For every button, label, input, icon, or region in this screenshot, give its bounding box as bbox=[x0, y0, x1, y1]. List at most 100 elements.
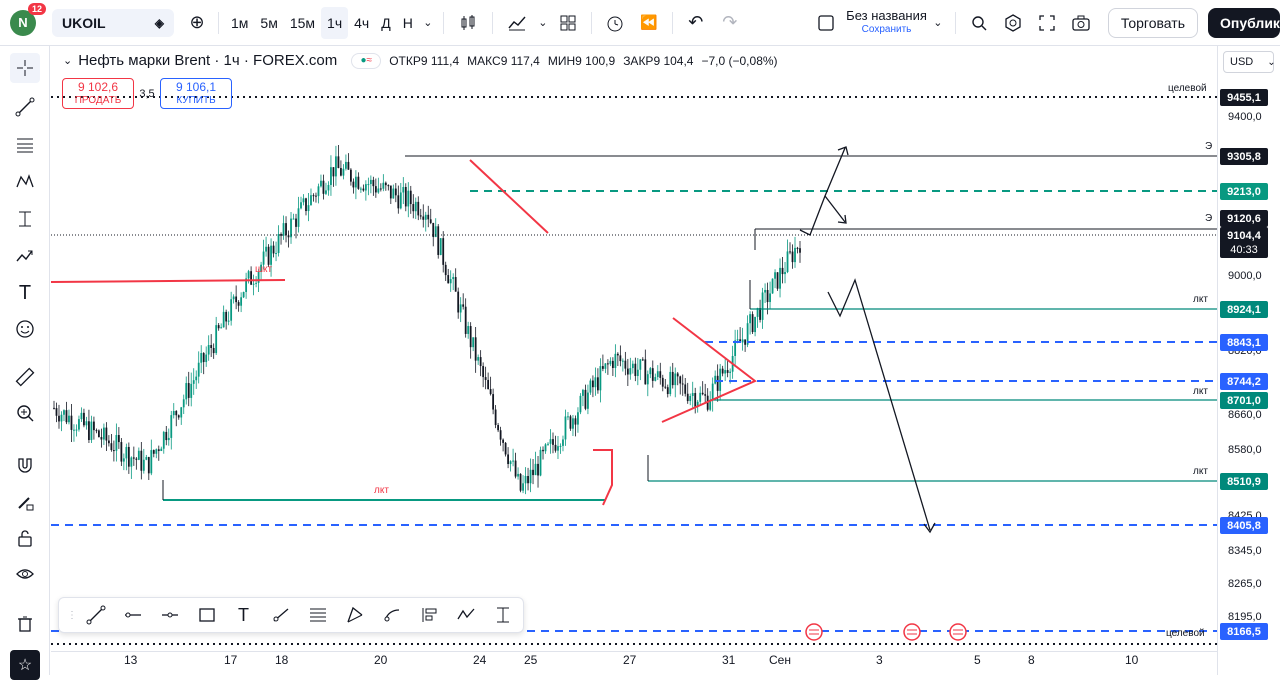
price-label-8701: 8701,0 bbox=[1220, 392, 1268, 409]
lock-pencil-icon[interactable] bbox=[10, 487, 40, 517]
trendline-icon[interactable] bbox=[77, 600, 114, 630]
publish-button[interactable]: Опублико bbox=[1208, 7, 1280, 38]
currency-select[interactable]: USD ⌄ bbox=[1223, 51, 1276, 73]
buy-button[interactable]: 9 106,1 КУПИТЬ bbox=[160, 78, 232, 109]
save-link[interactable]: Сохранить bbox=[862, 23, 912, 37]
eye-icon[interactable] bbox=[10, 559, 40, 589]
indicators-dropdown-icon[interactable]: ⌄ bbox=[535, 7, 551, 39]
replay-icon[interactable]: ⏪ bbox=[632, 7, 666, 39]
candle-body bbox=[457, 291, 460, 313]
candle-body bbox=[764, 289, 766, 293]
timeframe-dropdown-icon[interactable]: ⌄ bbox=[419, 7, 437, 39]
time-label: 10 bbox=[1125, 653, 1139, 667]
projection-icon[interactable] bbox=[10, 204, 40, 234]
price-label-8510: 8510,9 bbox=[1220, 473, 1268, 490]
symbol-search[interactable]: UKOIL ◈ bbox=[52, 8, 174, 37]
horizontal-line-icon[interactable] bbox=[151, 600, 188, 630]
candle-body bbox=[532, 469, 534, 476]
legend-high: 9 117,4 bbox=[500, 53, 540, 68]
candle-body bbox=[195, 376, 198, 381]
candle-body bbox=[504, 442, 507, 455]
candle-body bbox=[694, 393, 697, 407]
timeframe-week[interactable]: Н bbox=[397, 7, 419, 39]
fib-retracement-icon[interactable] bbox=[299, 600, 336, 630]
ray-icon[interactable] bbox=[262, 600, 299, 630]
magnet-icon[interactable] bbox=[10, 450, 40, 480]
candle-body bbox=[232, 296, 235, 300]
rectangle-icon[interactable] bbox=[188, 600, 225, 630]
lock-icon[interactable] bbox=[10, 523, 40, 553]
candle-body bbox=[759, 308, 761, 320]
undo-icon[interactable]: ↶ bbox=[679, 7, 713, 39]
candle-body bbox=[110, 443, 113, 451]
candle-body bbox=[280, 234, 282, 236]
candle-body bbox=[147, 457, 150, 474]
candle-body bbox=[437, 226, 440, 255]
trade-button[interactable]: Торговать bbox=[1107, 7, 1198, 38]
text-icon[interactable]: T bbox=[10, 278, 40, 308]
projection-mid-path bbox=[824, 195, 846, 223]
trash-icon[interactable] bbox=[10, 609, 40, 639]
candle-body bbox=[347, 161, 350, 170]
fib-icon[interactable] bbox=[10, 130, 40, 160]
timeframe-1m[interactable]: 1м bbox=[225, 7, 254, 39]
buy-price: 9 106,1 bbox=[175, 80, 217, 94]
symbol-watch-icon[interactable]: ◈ bbox=[155, 16, 164, 30]
candle-body bbox=[459, 304, 462, 313]
sell-button[interactable]: 9 102,6 ПРОДАТЬ bbox=[62, 78, 134, 109]
layout-checkbox-icon[interactable] bbox=[814, 7, 838, 39]
brush-tool-icon[interactable] bbox=[373, 600, 410, 630]
time-label: 27 bbox=[623, 653, 637, 667]
trendline-icon[interactable] bbox=[10, 92, 40, 122]
timeframe-1h[interactable]: 1ч bbox=[321, 6, 349, 39]
camera-icon[interactable] bbox=[1064, 7, 1098, 39]
candle-body bbox=[547, 443, 549, 445]
price-label-8405: 8405,8 bbox=[1220, 517, 1268, 534]
emoji-icon[interactable] bbox=[10, 314, 40, 344]
candle-body bbox=[342, 168, 345, 176]
price-range-icon[interactable] bbox=[484, 600, 521, 630]
layout-name[interactable]: Без названия Сохранить bbox=[846, 7, 927, 39]
candle-body bbox=[524, 475, 527, 484]
star-icon[interactable]: ☆ bbox=[10, 650, 40, 680]
user-avatar[interactable]: N 12 bbox=[10, 2, 46, 36]
timeframe-day[interactable]: Д bbox=[375, 7, 396, 39]
timeframe-5m[interactable]: 5м bbox=[254, 7, 283, 39]
timeframe-15m[interactable]: 15м bbox=[284, 7, 321, 39]
candle-body bbox=[631, 363, 634, 369]
indicators-icon[interactable] bbox=[499, 7, 535, 39]
crosshair-icon[interactable] bbox=[10, 53, 40, 83]
drag-handle-icon[interactable]: ⋮ bbox=[67, 600, 77, 630]
zoom-icon[interactable] bbox=[10, 398, 40, 428]
candles-icon[interactable] bbox=[450, 7, 486, 39]
timeframe-4h[interactable]: 4ч bbox=[348, 7, 375, 39]
ruler-icon[interactable] bbox=[10, 362, 40, 392]
text-tool-icon[interactable]: T bbox=[225, 600, 262, 630]
price-chart[interactable] bbox=[51, 46, 1217, 651]
horizontal-ray-icon[interactable] bbox=[114, 600, 151, 630]
compare-add-icon[interactable]: ⊕ bbox=[182, 7, 212, 39]
search-icon[interactable] bbox=[962, 7, 996, 39]
pitchfork-icon[interactable] bbox=[336, 600, 373, 630]
candle-body bbox=[345, 161, 347, 169]
legend-collapse-icon[interactable]: ⌄ bbox=[63, 54, 72, 67]
brush-icon[interactable] bbox=[10, 241, 40, 271]
settings-icon[interactable] bbox=[996, 7, 1030, 39]
layout-dropdown-icon[interactable]: ⌄ bbox=[927, 7, 949, 39]
redo-icon[interactable]: ↷ bbox=[713, 7, 747, 39]
path-icon[interactable] bbox=[447, 600, 484, 630]
candle-body bbox=[210, 345, 213, 348]
candle-body bbox=[519, 473, 522, 491]
candle-body bbox=[636, 369, 639, 377]
candle-body bbox=[162, 431, 165, 449]
candle-body bbox=[207, 345, 210, 355]
alert-icon[interactable] bbox=[598, 7, 632, 39]
templates-icon[interactable] bbox=[551, 7, 585, 39]
long-position-icon[interactable] bbox=[410, 600, 447, 630]
candle-body bbox=[73, 429, 75, 431]
pattern-icon[interactable] bbox=[10, 167, 40, 197]
target-top-label: целевой bbox=[1168, 83, 1207, 94]
price-tick: 9400,0 bbox=[1228, 111, 1262, 123]
fullscreen-icon[interactable] bbox=[1030, 7, 1064, 39]
candle-body bbox=[474, 337, 477, 361]
